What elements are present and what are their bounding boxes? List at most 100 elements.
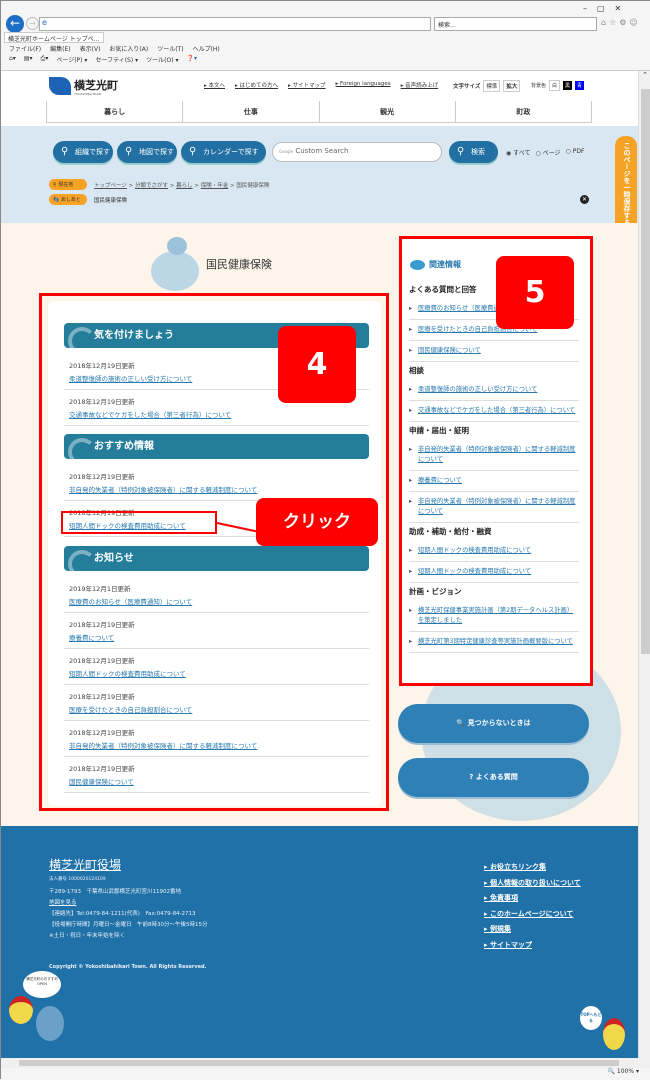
print-icon[interactable]: ⎙▾ [41, 55, 49, 64]
ie-icon: e [42, 18, 47, 27]
item-link[interactable]: 非自発的失業者（特例対象被保険者）に関する軽減制度について [69, 484, 364, 494]
nav-tourism[interactable]: 観光 [318, 101, 455, 122]
related-link[interactable]: 短期人間ドックの検査費用助成について [409, 562, 579, 583]
item-link[interactable]: 短期人間ドックの検査費用助成について [69, 668, 364, 678]
page-title: 国民健康保険 [206, 258, 272, 271]
related-link[interactable]: 横芝光町保健事業実施計画（第2期データヘルス計画）を策定しました [409, 601, 579, 632]
home-icon[interactable]: ⌂▾ [9, 55, 16, 64]
related-link[interactable]: 非自発的失業者（特例対象被保険者）に関する軽減制度について [409, 440, 579, 471]
recommend-open-bubble[interactable]: 横芝光町のおすすめ OPEN [23, 971, 61, 998]
crumb-living[interactable]: 暮らし [176, 183, 193, 189]
site-logo-sub: YOKOSHIBAHIKARI [74, 92, 102, 96]
font-large-button[interactable]: 拡大 [503, 80, 521, 92]
radio-all[interactable]: ◉ すべて [506, 148, 531, 157]
site-logo[interactable]: 横芝光町 [74, 77, 118, 93]
search-by-org-button[interactable]: 組織で探す [53, 141, 113, 163]
related-link[interactable]: 国民健康保険について [409, 341, 579, 362]
safety-menu[interactable]: セーフティ(S) ▾ [95, 55, 138, 64]
item-link[interactable]: 療養費について [69, 632, 364, 642]
related-link[interactable]: 横芝光町第3期特定健康診査等実施計画概要版について [409, 632, 579, 653]
related-link[interactable]: 交通事故などでケガをした場合（第三者行為）について [409, 401, 579, 422]
back-to-top-button[interactable]: TOPへもどる [580, 1006, 602, 1030]
browser-tab[interactable]: 横芝光町ホームページ トップペ... [4, 32, 104, 43]
bg-blue-button[interactable]: 青 [575, 81, 585, 90]
vertical-scrollbar[interactable]: ⌃ [638, 71, 650, 1058]
nav-living[interactable]: 暮らし [46, 101, 182, 122]
menu-view[interactable]: 表示(V) [80, 44, 101, 53]
footer-office-name[interactable]: 横芝光町役場 [49, 856, 121, 873]
footer-link-about[interactable]: このホームページについて [484, 909, 573, 919]
radio-pdf[interactable]: ○ PDF [566, 148, 585, 157]
search-band: 組織で探す 地図で探す カレンダーで探す Google Custom Searc… [1, 126, 638, 223]
bg-white-button[interactable]: 白 [549, 80, 561, 91]
nav-government[interactable]: 町政 [454, 101, 592, 122]
utility-links: ▸ 本文へ ▸ はじめての方へ ▸ サイトマップ ▸ Foreign language… [204, 81, 438, 89]
related-link[interactable]: 短期人間ドックの検査費用助成について [409, 541, 579, 562]
footer-link-privacy[interactable]: 個人情報の取り扱いについて [484, 878, 581, 888]
back-button[interactable]: ← [6, 15, 24, 33]
window-controls[interactable]: –▢✕ [583, 4, 631, 13]
menu-favorites[interactable]: お気に入り(A) [109, 44, 148, 53]
scroll-up-icon[interactable]: ⌃ [639, 71, 650, 79]
link-foreign[interactable]: ▸ Foreign languages [336, 81, 391, 89]
radio-page[interactable]: ○ ページ [536, 148, 561, 157]
search-by-calendar-button[interactable]: カレンダーで探す [181, 141, 266, 163]
footer: 横芝光町役場 法人番号 1000020124109 〒289-1793 千葉県山… [1, 826, 638, 1058]
home-star-gear-icons[interactable]: ⌂☆⚙☺ [601, 18, 641, 27]
related-link[interactable]: 柔道整復師の施術の正しい受け方について [409, 380, 579, 401]
footprint-item[interactable]: 国民健康保険 [94, 196, 127, 204]
tools-menu[interactable]: ツール(O) ▾ [146, 55, 178, 64]
bg-black-button[interactable]: 黒 [563, 81, 573, 90]
not-found-button[interactable]: 🔍 見つからないときは [398, 704, 589, 743]
close-icon[interactable]: ✕ [580, 195, 589, 204]
nav-work[interactable]: 仕事 [182, 101, 318, 122]
hscroll-thumb[interactable] [19, 1060, 619, 1066]
horizontal-scrollbar[interactable] [1, 1058, 650, 1068]
item-link[interactable]: 医療を受けたときの自己負担割合について [69, 704, 364, 714]
browser-search[interactable]: 検索... [434, 17, 597, 31]
menu-edit[interactable]: 編集(E) [50, 44, 70, 53]
crumb-top[interactable]: トップページ [94, 183, 127, 189]
bg-color-control: 背景色 白 黒 青 [531, 80, 585, 91]
footer-link-regulations[interactable]: 例規集 [484, 924, 511, 934]
font-size-control: 文字サイズ 標準 拡大 [453, 80, 521, 92]
site-search-input[interactable]: Google Custom Search [272, 142, 442, 162]
link-voice[interactable]: ▸ 音声読み上げ [401, 81, 439, 89]
faq-button[interactable]: ? よくある質問 [398, 758, 589, 797]
item-link[interactable]: 医療費のお知らせ（医療費通知）について [69, 596, 364, 606]
link-first-time[interactable]: ▸ はじめての方へ [235, 81, 278, 89]
list-item: 2018年12月19日更新 非自発的失業者（特例対象被保険者）に関する軽減制度につ… [64, 465, 369, 501]
global-nav: 暮らし 仕事 観光 町政 [46, 101, 592, 123]
item-link[interactable]: 交通事故などでケガをした場合（第三者行為）について [69, 409, 364, 419]
menu-tools[interactable]: ツール(T) [157, 44, 183, 53]
link-skip[interactable]: ▸ 本文へ [204, 81, 225, 89]
search-button[interactable]: 検索 [449, 141, 498, 163]
search-by-map-button[interactable]: 地図で探す [117, 141, 177, 163]
feeds-icon[interactable]: ▤▾ [24, 55, 33, 64]
help-icon[interactable]: ❓▾ [186, 55, 196, 64]
crumb-category[interactable]: 分類でさがす [135, 183, 168, 189]
list-item: 2019年12月1日更新 医療費のお知らせ（医療費通知）について [64, 577, 369, 613]
footer-link-useful[interactable]: お役立ちリンク集 [484, 862, 546, 872]
page-menu[interactable]: ページ(P) ▾ [56, 55, 87, 64]
related-heading: 相談 [409, 366, 424, 375]
zoom-level[interactable]: 100% [617, 1068, 634, 1075]
forward-button[interactable]: → [26, 17, 39, 30]
search-placeholder: Custom Search [295, 147, 349, 155]
menu-help[interactable]: ヘルプ(H) [193, 44, 220, 53]
crumb-insurance[interactable]: 保険・年金 [201, 183, 229, 189]
font-std-button[interactable]: 標準 [483, 80, 501, 92]
breadcrumb: トップページ > 分類でさがす > 暮らし > 保険・年金 > 国民健康保険 [94, 183, 270, 189]
related-link[interactable]: 療養費について [409, 471, 579, 492]
address-bar[interactable]: e [39, 17, 431, 31]
scroll-thumb[interactable] [641, 89, 650, 654]
related-link[interactable]: 非自発的失業者（特例対象被保険者）に関する軽減制度について [409, 492, 579, 523]
mascot-right [603, 1018, 625, 1050]
footer-link-disclaimer[interactable]: 免責事項 [484, 893, 518, 903]
item-link[interactable]: 国民健康保険について [69, 776, 364, 786]
link-sitemap[interactable]: ▸ サイトマップ [288, 81, 326, 89]
footer-link-sitemap[interactable]: サイトマップ [484, 940, 532, 950]
footer-map-link[interactable]: 地図を見る [49, 898, 77, 906]
item-link[interactable]: 非自発的失業者（特例対象被保険者）に関する軽減制度について [69, 740, 364, 750]
menu-file[interactable]: ファイル(F) [9, 44, 41, 53]
